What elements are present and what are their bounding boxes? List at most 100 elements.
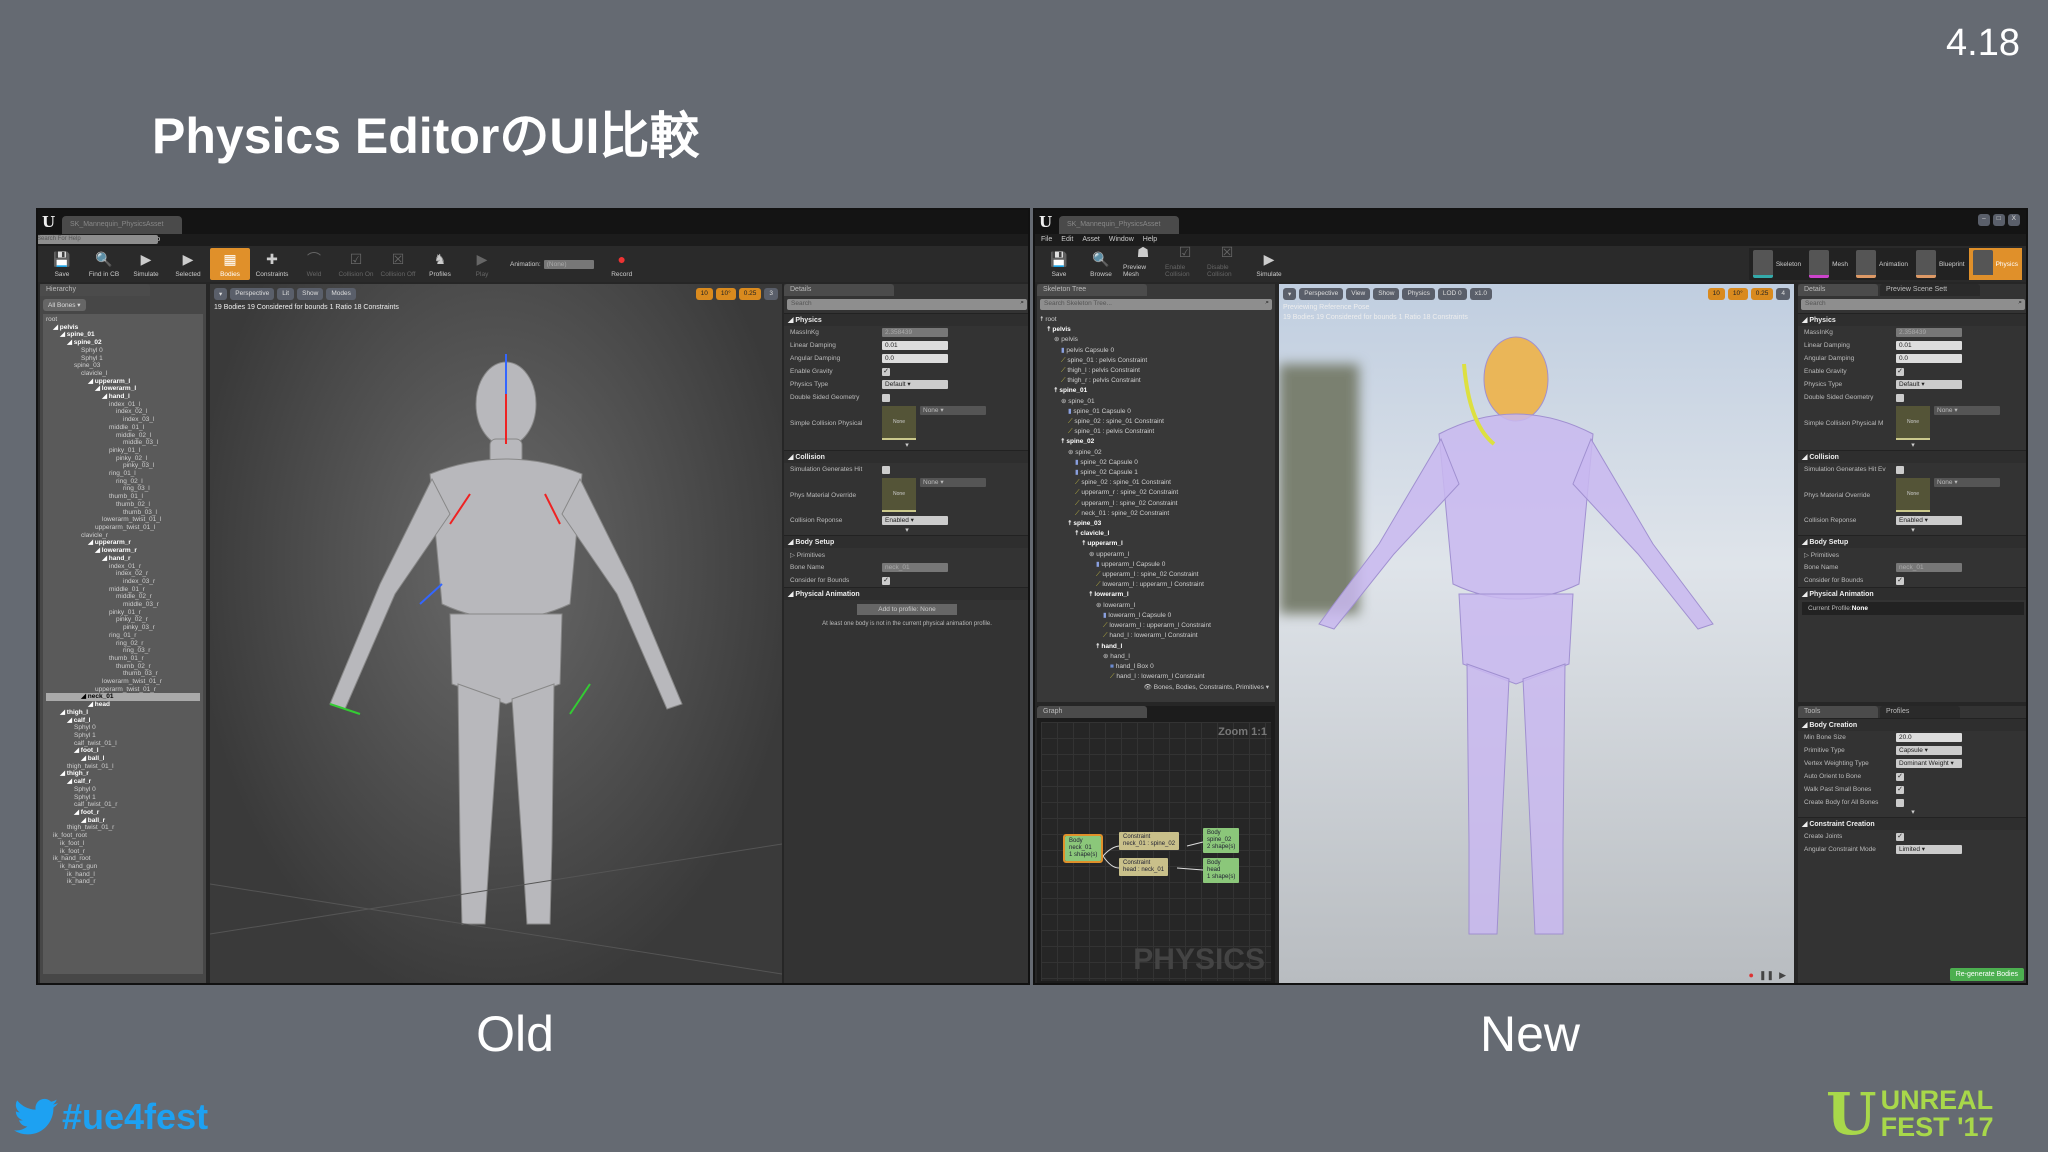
hierarchy-item[interactable]: root (46, 316, 200, 324)
graph-node-constraint[interactable]: Constraint neck_01 : spine_02 (1119, 832, 1180, 850)
details-tab[interactable]: Details (784, 284, 894, 296)
grid-snap-button[interactable]: 10 (695, 288, 713, 300)
create-body-for-all-bones-checkbox[interactable] (1896, 798, 1904, 807)
menu-help[interactable]: Help (1143, 236, 1157, 244)
collision-reponse-dropdown[interactable]: Enabled ▾ (1896, 516, 1962, 525)
advanced-expander[interactable]: ▾ (1798, 442, 2026, 450)
hierarchy-tab[interactable]: Hierarchy (40, 284, 150, 296)
menu-file[interactable]: File (1041, 236, 1052, 244)
hierarchy-item[interactable]: ◢ spine_02 (46, 339, 200, 347)
tree-item[interactable]: ☨ spine_01 (1040, 386, 1272, 396)
tree-item[interactable]: ⟋ hand_l : lowerarm_l Constraint (1040, 672, 1272, 682)
save-button[interactable]: 💾 Save (1039, 248, 1079, 280)
tree-item[interactable]: ⟋ spine_01 : pelvis Constraint (1040, 427, 1272, 437)
hierarchy-item[interactable]: ring_02_r (46, 640, 200, 648)
phys-material-override-asset-picker[interactable]: None None ▾ (882, 476, 986, 514)
details-tab[interactable]: Details (1798, 284, 1878, 296)
hierarchy-item[interactable]: middle_03_r (46, 601, 200, 609)
enable-gravity-checkbox[interactable]: ✓ (1896, 367, 1904, 376)
tree-item[interactable]: ☨ root (1040, 315, 1272, 325)
hierarchy-item[interactable]: ik_foot_r (46, 848, 200, 856)
phys-material-override-asset-picker[interactable]: None None ▾ (1896, 476, 2000, 514)
hierarchy-item[interactable]: ◢ hand_l (46, 393, 200, 401)
viewport-options-button[interactable]: ▾ (1283, 288, 1297, 300)
hierarchy-item[interactable]: thumb_01_l (46, 493, 200, 501)
hierarchy-item[interactable]: upperarm_twist_01_l (46, 524, 200, 532)
auto-orient-to-bone-checkbox[interactable]: ✓ (1896, 772, 1904, 781)
double-sided-geometry-checkbox[interactable] (1896, 393, 1904, 402)
minimize-button[interactable]: – (1978, 214, 1990, 226)
simulate-button[interactable]: ▶ Simulate (1249, 248, 1289, 280)
maximize-button[interactable]: □ (1992, 214, 2005, 226)
hierarchy-item[interactable]: calf_twist_01_l (46, 740, 200, 748)
advanced-expander[interactable]: ▾ (784, 527, 1028, 535)
section-header-collision[interactable]: ◢ Collision (784, 450, 1028, 463)
hierarchy-item[interactable]: Sphyl 0 (46, 347, 200, 355)
advanced-expander[interactable]: ▾ (1798, 809, 2026, 817)
physics-button[interactable]: Physics (1402, 288, 1435, 300)
tree-item[interactable]: ⊛ pelvis (1040, 335, 1272, 345)
hierarchy-item[interactable]: ring_01_r (46, 632, 200, 640)
graph-node-body[interactable]: Body spine_02 2 shape(s) (1203, 828, 1240, 853)
show-button[interactable]: Show (297, 288, 324, 300)
tree-item[interactable]: ▮ spine_01 Capsule 0 (1040, 407, 1272, 417)
profiles-button[interactable]: ♞ Profiles (420, 248, 460, 280)
tree-item[interactable]: ☨ upperarm_l (1040, 539, 1272, 549)
graph-canvas[interactable]: Zoom 1:1 PHYSICS Body neck_01 1 shape(s) Co… (1041, 722, 1271, 981)
tree-item[interactable]: ⟋ spine_02 : spine_01 Constraint (1040, 478, 1272, 488)
tree-item[interactable]: ⟋ spine_02 : spine_01 Constraint (1040, 417, 1272, 427)
camera-speed-button[interactable]: 4 (1776, 288, 1790, 300)
view-button[interactable]: View (1346, 288, 1371, 300)
scale-snap-button[interactable]: 0.25 (738, 288, 762, 300)
modes-button[interactable]: Modes (326, 288, 356, 300)
hierarchy-item[interactable]: ◢ thigh_l (46, 709, 200, 717)
physics-type-dropdown[interactable]: Default ▾ (1896, 380, 1962, 389)
hierarchy-item[interactable]: thumb_01_r (46, 655, 200, 663)
primitives-expander[interactable]: ▷ Primitives (1804, 551, 1896, 559)
advanced-expander[interactable]: ▾ (1798, 527, 2026, 535)
hierarchy-item[interactable]: pinky_01_l (46, 447, 200, 455)
tree-item[interactable]: ☨ hand_l (1040, 642, 1272, 652)
tree-item[interactable]: ⟋ thigh_l : pelvis Constraint (1040, 366, 1272, 376)
min-bone-size-input[interactable]: 20.0 (1896, 733, 1962, 742)
hierarchy-item[interactable]: ◢ neck_01 (46, 693, 200, 702)
disable-collision-button[interactable]: ☒ Disable Collision (1207, 244, 1247, 280)
play-button[interactable]: ▶ Play (462, 248, 502, 280)
tree-item[interactable]: ⊛ hand_l (1040, 652, 1272, 662)
bone-filter-dropdown[interactable]: All Bones ▾ (43, 299, 86, 311)
asset-dropdown[interactable]: None ▾ (920, 478, 986, 487)
hierarchy-item[interactable]: ◢ foot_r (46, 809, 200, 817)
profiles-tab[interactable]: Profiles (1880, 706, 1960, 718)
enable-gravity-checkbox[interactable]: ✓ (882, 367, 890, 376)
hierarchy-item[interactable]: ring_01_l (46, 470, 200, 478)
hierarchy-item[interactable]: index_01_r (46, 563, 200, 571)
angular-constraint-mode-dropdown[interactable]: Limited ▾ (1896, 845, 1962, 854)
consider-for-bounds-checkbox[interactable]: ✓ (1896, 576, 1904, 585)
create-joints-checkbox[interactable]: ✓ (1896, 832, 1904, 841)
hierarchy-item[interactable]: ◢ hand_r (46, 555, 200, 563)
details-search-input[interactable]: Search ⌕ (787, 299, 1027, 310)
hierarchy-item[interactable]: ik_hand_root (46, 855, 200, 863)
mode-skeleton[interactable]: Skeleton (1749, 248, 1805, 280)
hierarchy-item[interactable]: ring_03_l (46, 485, 200, 493)
preview-scene-settings-tab[interactable]: Preview Scene Sett (1880, 284, 1980, 296)
graph-node-body[interactable]: Body head 1 shape(s) (1203, 858, 1240, 883)
advanced-expander[interactable]: ▾ (784, 442, 1028, 450)
mode-animation[interactable]: Animation (1852, 248, 1912, 280)
asset-dropdown[interactable]: None ▾ (920, 406, 986, 415)
hierarchy-item[interactable]: middle_01_r (46, 586, 200, 594)
tree-item[interactable]: ■ hand_l Box 0 (1040, 662, 1272, 672)
play-icon[interactable]: ▶ (1779, 970, 1786, 981)
browse-button[interactable]: 🔍 Browse (1081, 248, 1121, 280)
tree-item[interactable]: ⊛ spine_01 (1040, 397, 1272, 407)
tree-item[interactable]: ⟋ thigh_r : pelvis Constraint (1040, 376, 1272, 386)
tree-item[interactable]: ☨ pelvis (1040, 325, 1272, 335)
double-sided-geometry-checkbox[interactable] (882, 393, 890, 402)
tools-tab[interactable]: Tools (1798, 706, 1878, 718)
hierarchy-item[interactable]: pinky_02_l (46, 455, 200, 463)
hierarchy-item[interactable]: ◢ foot_l (46, 747, 200, 755)
section-header-physics[interactable]: ◢ Physics (784, 313, 1028, 326)
walk-past-small-bones-checkbox[interactable]: ✓ (1896, 785, 1904, 794)
hierarchy-item[interactable]: lowerarm_twist_01_l (46, 516, 200, 524)
tree-filter-dropdown[interactable]: 👁 Bones, Bodies, Constraints, Primitives… (1037, 683, 1275, 691)
